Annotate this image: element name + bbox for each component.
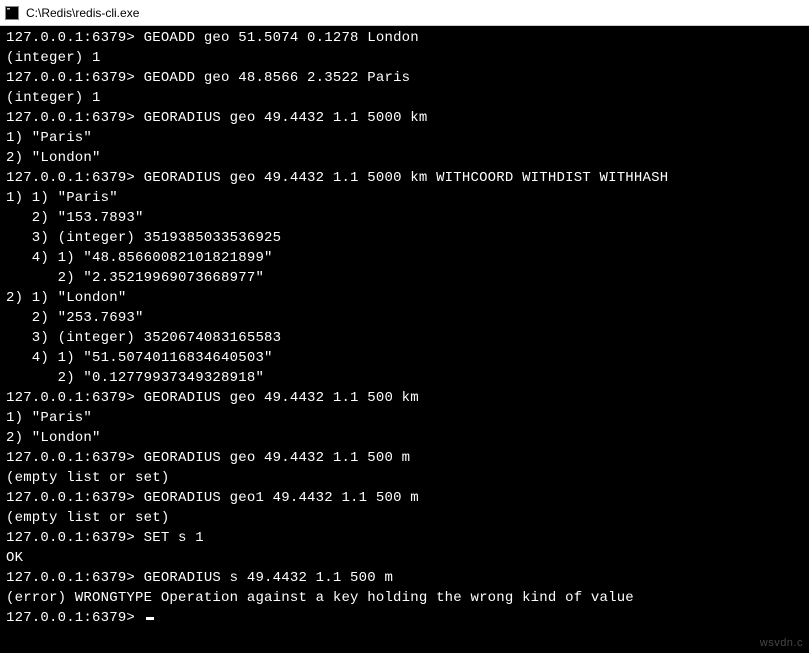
terminal-line: OK xyxy=(6,548,803,568)
terminal-line: 127.0.0.1:6379> GEOADD geo 51.5074 0.127… xyxy=(6,28,803,48)
command-text: GEORADIUS geo1 49.4432 1.1 500 m xyxy=(144,490,419,506)
terminal-line: 1) "Paris" xyxy=(6,128,803,148)
terminal-line: 2) "London" xyxy=(6,428,803,448)
output-text: 3) (integer) 3520674083165583 xyxy=(6,330,281,346)
terminal-line: 127.0.0.1:6379> xyxy=(6,608,803,628)
command-text: SET s 1 xyxy=(144,530,204,546)
terminal-line: (empty list or set) xyxy=(6,468,803,488)
terminal-body[interactable]: 127.0.0.1:6379> GEOADD geo 51.5074 0.127… xyxy=(0,26,809,653)
prompt: 127.0.0.1:6379> xyxy=(6,70,144,86)
terminal-line: 127.0.0.1:6379> SET s 1 xyxy=(6,528,803,548)
output-text: OK xyxy=(6,550,23,566)
output-text: 2) "London" xyxy=(6,430,101,446)
terminal-line: 2) "0.12779937349328918" xyxy=(6,368,803,388)
command-text: GEOADD geo 48.8566 2.3522 Paris xyxy=(144,70,411,86)
prompt: 127.0.0.1:6379> xyxy=(6,570,144,586)
prompt: 127.0.0.1:6379> xyxy=(6,530,144,546)
terminal-window: C:\Redis\redis-cli.exe 127.0.0.1:6379> G… xyxy=(0,0,809,653)
terminal-line: 127.0.0.1:6379> GEOADD geo 48.8566 2.352… xyxy=(6,68,803,88)
terminal-line: 127.0.0.1:6379> GEORADIUS s 49.4432 1.1 … xyxy=(6,568,803,588)
terminal-line: 1) 1) "Paris" xyxy=(6,188,803,208)
window-title: C:\Redis\redis-cli.exe xyxy=(26,6,139,20)
prompt: 127.0.0.1:6379> xyxy=(6,390,144,406)
terminal-line: (integer) 1 xyxy=(6,48,803,68)
output-text: 2) "253.7693" xyxy=(6,310,144,326)
prompt: 127.0.0.1:6379> xyxy=(6,450,144,466)
command-text: GEORADIUS geo 49.4432 1.1 5000 km xyxy=(144,110,428,126)
output-text: 2) "0.12779937349328918" xyxy=(6,370,264,386)
terminal-line: 4) 1) "48.85660082101821899" xyxy=(6,248,803,268)
prompt: 127.0.0.1:6379> xyxy=(6,30,144,46)
terminal-icon xyxy=(4,5,20,21)
terminal-line: 2) "2.35219969073668977" xyxy=(6,268,803,288)
terminal-line: 127.0.0.1:6379> GEORADIUS geo 49.4432 1.… xyxy=(6,448,803,468)
output-text: 1) 1) "Paris" xyxy=(6,190,118,206)
terminal-line: 3) (integer) 3519385033536925 xyxy=(6,228,803,248)
titlebar[interactable]: C:\Redis\redis-cli.exe xyxy=(0,0,809,26)
output-text: 1) "Paris" xyxy=(6,410,92,426)
output-text: 2) "2.35219969073668977" xyxy=(6,270,264,286)
terminal-line: 127.0.0.1:6379> GEORADIUS geo1 49.4432 1… xyxy=(6,488,803,508)
terminal-line: 1) "Paris" xyxy=(6,408,803,428)
command-text: GEORADIUS geo 49.4432 1.1 500 m xyxy=(144,450,411,466)
prompt: 127.0.0.1:6379> xyxy=(6,610,144,626)
output-text: 2) "London" xyxy=(6,150,101,166)
prompt: 127.0.0.1:6379> xyxy=(6,490,144,506)
terminal-line: (empty list or set) xyxy=(6,508,803,528)
terminal-line: 2) "153.7893" xyxy=(6,208,803,228)
output-text: 4) 1) "51.50740116834640503" xyxy=(6,350,273,366)
command-text: GEORADIUS geo 49.4432 1.1 5000 km WITHCO… xyxy=(144,170,669,186)
terminal-line: 2) 1) "London" xyxy=(6,288,803,308)
output-text: (empty list or set) xyxy=(6,470,169,486)
prompt: 127.0.0.1:6379> xyxy=(6,170,144,186)
output-text: 1) "Paris" xyxy=(6,130,92,146)
output-text: 2) "153.7893" xyxy=(6,210,144,226)
terminal-line: 127.0.0.1:6379> GEORADIUS geo 49.4432 1.… xyxy=(6,168,803,188)
output-text: (integer) 1 xyxy=(6,90,101,106)
prompt: 127.0.0.1:6379> xyxy=(6,110,144,126)
terminal-line: 2) "London" xyxy=(6,148,803,168)
output-text: 2) 1) "London" xyxy=(6,290,126,306)
command-text: GEORADIUS s 49.4432 1.1 500 m xyxy=(144,570,393,586)
command-text: GEORADIUS geo 49.4432 1.1 500 km xyxy=(144,390,419,406)
terminal-line: 3) (integer) 3520674083165583 xyxy=(6,328,803,348)
terminal-line: 127.0.0.1:6379> GEORADIUS geo 49.4432 1.… xyxy=(6,388,803,408)
terminal-line: (error) WRONGTYPE Operation against a ke… xyxy=(6,588,803,608)
terminal-line: 2) "253.7693" xyxy=(6,308,803,328)
output-text: (empty list or set) xyxy=(6,510,169,526)
terminal-line: (integer) 1 xyxy=(6,88,803,108)
output-text: (error) WRONGTYPE Operation against a ke… xyxy=(6,590,634,606)
output-text: 4) 1) "48.85660082101821899" xyxy=(6,250,273,266)
command-text: GEOADD geo 51.5074 0.1278 London xyxy=(144,30,419,46)
cursor xyxy=(146,617,154,620)
terminal-line: 127.0.0.1:6379> GEORADIUS geo 49.4432 1.… xyxy=(6,108,803,128)
terminal-line: 4) 1) "51.50740116834640503" xyxy=(6,348,803,368)
output-text: (integer) 1 xyxy=(6,50,101,66)
output-text: 3) (integer) 3519385033536925 xyxy=(6,230,281,246)
